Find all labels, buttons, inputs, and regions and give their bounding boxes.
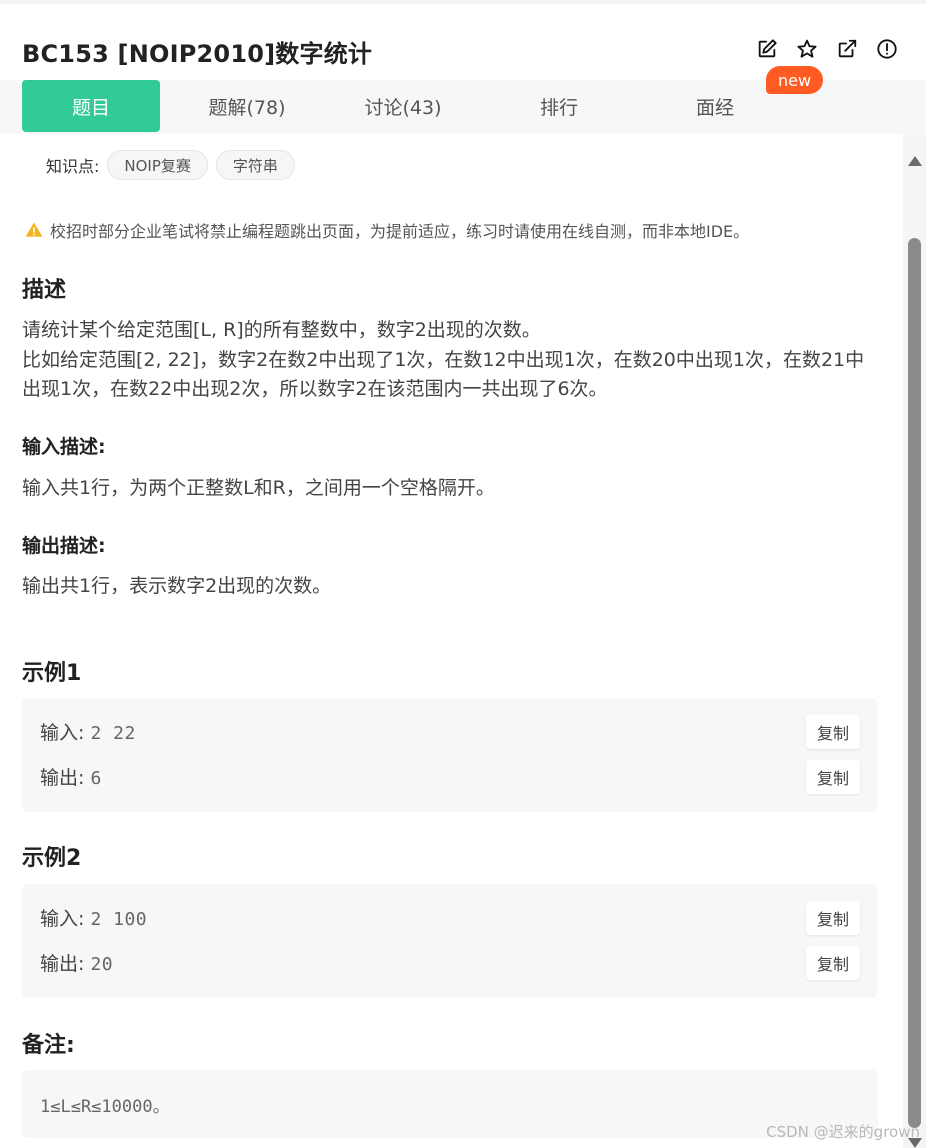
example-1-output-label: 输出:: [40, 767, 85, 789]
tab-solutions[interactable]: 题解(78): [178, 80, 316, 132]
description-line-2: 比如给定范围[2, 22]，数字2在数2中出现了1次，在数12中出现1次，在数2…: [22, 349, 865, 400]
input-desc-text: 输入共1行，为两个正整数L和R，之间用一个空格隔开。: [22, 477, 495, 499]
output-desc-title: 输出描述:: [22, 535, 106, 557]
note-box: 1≤L≤R≤10000。: [22, 1070, 878, 1138]
warning-icon: [25, 222, 43, 237]
share-icon[interactable]: [836, 38, 858, 60]
copy-button[interactable]: 复制: [806, 715, 860, 749]
tab-problem[interactable]: 题目: [22, 80, 160, 132]
example-2-output-value: 20: [90, 954, 114, 975]
scroll-thumb[interactable]: [908, 238, 921, 1128]
problem-page: BC153 [NOIP2010]数字统计 题目 题解(78) 讨论(43) 排行…: [0, 0, 926, 1148]
example-1-output: 输出: 6: [40, 763, 102, 790]
scroll-up-arrow-icon[interactable]: [908, 156, 922, 166]
example-2-box: 输入: 2 100 复制 输出: 20 复制: [22, 884, 878, 998]
problem-title: BC153 [NOIP2010]数字统计: [22, 40, 373, 68]
example-1-title: 示例1: [22, 661, 82, 686]
tab-interview[interactable]: 面经: [646, 80, 784, 132]
description-title: 描述: [22, 278, 67, 303]
vertical-scrollbar[interactable]: [903, 134, 926, 1148]
edit-icon[interactable]: [756, 38, 778, 60]
new-badge: new: [766, 66, 824, 94]
example-1-input: 输入: 2 22: [40, 718, 136, 745]
knowledge-points: 知识点: NOIP复赛 字符串: [46, 150, 295, 180]
example-2-input-value: 2 100: [90, 909, 148, 930]
header-actions: [756, 38, 898, 60]
watermark: CSDN @迟来的grown: [766, 1123, 920, 1141]
note-text: 1≤L≤R≤10000。: [40, 1097, 170, 1117]
tag-string[interactable]: 字符串: [215, 150, 295, 180]
example-2-input-label: 输入:: [40, 908, 85, 930]
output-desc-text: 输出共1行，表示数字2出现的次数。: [22, 575, 332, 597]
example-2-output-label: 输出:: [40, 953, 85, 975]
exam-warning: 校招时部分企业笔试将禁止编程题跳出页面，为提前适应，练习时请使用在线自测，而非本…: [24, 218, 749, 242]
example-1-input-value: 2 22: [90, 723, 136, 744]
star-icon[interactable]: [796, 38, 818, 60]
copy-button[interactable]: 复制: [806, 760, 860, 794]
tab-discussion[interactable]: 讨论(43): [334, 80, 472, 132]
copy-button[interactable]: 复制: [806, 901, 860, 935]
example-1-box: 输入: 2 22 复制 输出: 6 复制: [22, 698, 878, 812]
note-title: 备注:: [22, 1033, 75, 1058]
description-line-1: 请统计某个给定范围[L, R]的所有整数中，数字2出现的次数。: [22, 319, 541, 341]
tab-ranking[interactable]: 排行: [490, 80, 628, 132]
example-1-input-label: 输入:: [40, 722, 85, 744]
problem-content: 知识点: NOIP复赛 字符串 校招时部分企业笔试将禁止编程题跳出页面，为提前适…: [0, 134, 903, 1148]
warning-text: 校招时部分企业笔试将禁止编程题跳出页面，为提前适应，练习时请使用在线自测，而非本…: [50, 222, 750, 241]
knowledge-label: 知识点:: [46, 157, 100, 176]
copy-button[interactable]: 复制: [806, 946, 860, 980]
info-icon[interactable]: [876, 38, 898, 60]
example-2-title: 示例2: [22, 846, 82, 871]
tag-noip[interactable]: NOIP复赛: [107, 150, 208, 180]
example-1-output-value: 6: [90, 768, 102, 789]
example-2-output: 输出: 20: [40, 949, 113, 976]
input-desc-title: 输入描述:: [22, 436, 106, 458]
example-2-input: 输入: 2 100: [40, 904, 147, 931]
